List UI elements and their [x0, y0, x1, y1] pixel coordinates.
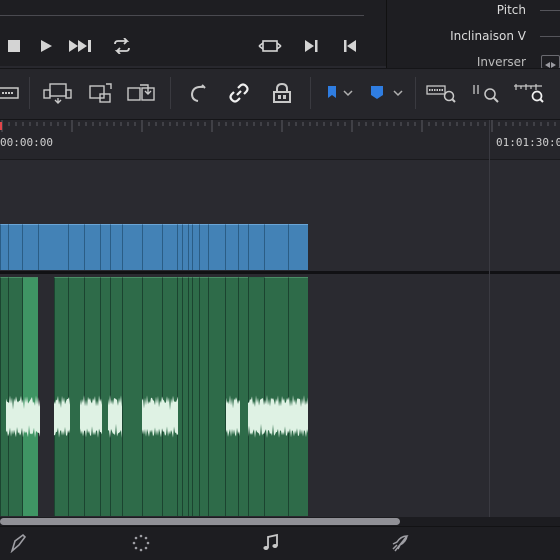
position-lock-button[interactable] — [266, 78, 298, 108]
zoom-detail-button[interactable] — [470, 78, 502, 108]
toolbar-separator — [170, 77, 171, 109]
lock-icon — [273, 82, 291, 103]
start-timecode: 00:00:00 — [0, 136, 53, 149]
play-icon — [41, 40, 52, 52]
viewer-scrub-bar[interactable] — [0, 15, 364, 16]
video-clip[interactable] — [288, 224, 308, 270]
fast-forward-button[interactable] — [68, 33, 94, 59]
match-frame-icon — [258, 40, 282, 52]
tilt-slider[interactable] — [540, 36, 560, 37]
tilt-label: Inclinaison V — [450, 29, 526, 43]
stop-button[interactable] — [1, 33, 27, 59]
fairlight-page-icon — [263, 533, 278, 550]
insert-clip-button[interactable] — [41, 78, 73, 108]
video-clip[interactable] — [192, 224, 199, 270]
flip-toggle[interactable] — [541, 55, 560, 69]
edit-page-icon — [10, 533, 27, 553]
video-clip[interactable] — [22, 224, 38, 270]
toolbar-separator — [415, 77, 416, 109]
video-clip[interactable] — [122, 224, 142, 270]
audio-waveform — [6, 395, 308, 438]
insert-icon — [43, 83, 72, 104]
video-clip[interactable] — [0, 224, 8, 270]
link-icon — [229, 83, 249, 103]
playhead[interactable] — [0, 122, 2, 130]
video-clip[interactable] — [162, 224, 177, 270]
video-clip[interactable] — [84, 224, 100, 270]
trim-edit-icon — [0, 87, 19, 99]
prev-clip-button[interactable] — [337, 33, 363, 59]
zoom-custom-button[interactable] — [512, 78, 544, 108]
toolbar-separator — [310, 77, 311, 109]
flag-dropdown[interactable] — [338, 78, 358, 108]
snapping-button[interactable] — [182, 78, 214, 108]
overwrite-icon — [89, 83, 112, 103]
chevron-down-icon — [393, 90, 403, 97]
flag-icon — [328, 86, 336, 98]
timecode-guide-line — [489, 120, 490, 517]
loop-button[interactable] — [109, 33, 135, 59]
video-clip[interactable] — [8, 224, 22, 270]
chevron-down-icon — [343, 90, 353, 97]
deliver-page-button[interactable] — [386, 531, 412, 555]
edit-page-button[interactable] — [4, 531, 30, 555]
next-clip-button[interactable] — [298, 33, 324, 59]
fusion-page-icon — [132, 534, 150, 552]
loop-icon — [114, 38, 130, 54]
next-clip-icon — [305, 40, 318, 52]
trim-edit-tool[interactable] — [0, 78, 24, 108]
linked-selection-button[interactable] — [223, 78, 255, 108]
zoom-full-button[interactable] — [425, 78, 457, 108]
waveform-segment — [248, 395, 308, 438]
stop-icon — [8, 40, 20, 52]
deliver-page-icon — [392, 535, 409, 552]
flip-label: Inverser — [476, 55, 526, 69]
marker-timecode: 01:01:30:00 — [496, 136, 560, 149]
pitch-slider[interactable] — [540, 10, 560, 11]
snapping-icon — [190, 84, 206, 102]
waveform-segment — [108, 395, 122, 438]
waveform-segment — [54, 395, 70, 438]
waveform-segment — [6, 395, 40, 438]
video-clip[interactable] — [238, 224, 248, 270]
video-clip[interactable] — [100, 224, 110, 270]
replace-clip-button[interactable] — [126, 78, 158, 108]
timeline-scrollbar-thumb[interactable] — [0, 518, 400, 525]
toolbar-separator — [29, 77, 30, 109]
waveform-segment — [142, 395, 178, 438]
overwrite-clip-button[interactable] — [84, 78, 116, 108]
video-clip[interactable] — [208, 224, 225, 270]
marker-dropdown[interactable] — [388, 78, 408, 108]
fast-forward-icon — [69, 40, 91, 52]
video-clip[interactable] — [199, 224, 208, 270]
pitch-label: Pitch — [496, 3, 526, 17]
zoom-custom-icon — [514, 84, 544, 103]
play-button[interactable] — [33, 33, 59, 59]
ruler-ticks — [1, 120, 556, 132]
video-clip[interactable] — [264, 224, 288, 270]
marker-icon — [371, 86, 383, 99]
fusion-page-button[interactable] — [128, 531, 154, 555]
waveform-segment — [226, 395, 240, 437]
video-clip[interactable] — [68, 224, 84, 270]
video-clip[interactable] — [110, 224, 122, 270]
video-clip[interactable] — [225, 224, 238, 270]
prev-clip-icon — [344, 40, 356, 52]
video-clip[interactable] — [142, 224, 162, 270]
video-clip[interactable] — [248, 224, 264, 270]
zoom-detail-icon — [473, 85, 499, 103]
replace-icon — [127, 84, 155, 101]
waveform-segment — [80, 395, 102, 438]
zoom-full-icon — [426, 85, 456, 103]
match-frame-button[interactable] — [257, 33, 283, 59]
fairlight-page-button[interactable] — [258, 531, 284, 555]
video-clip[interactable] — [38, 224, 68, 270]
